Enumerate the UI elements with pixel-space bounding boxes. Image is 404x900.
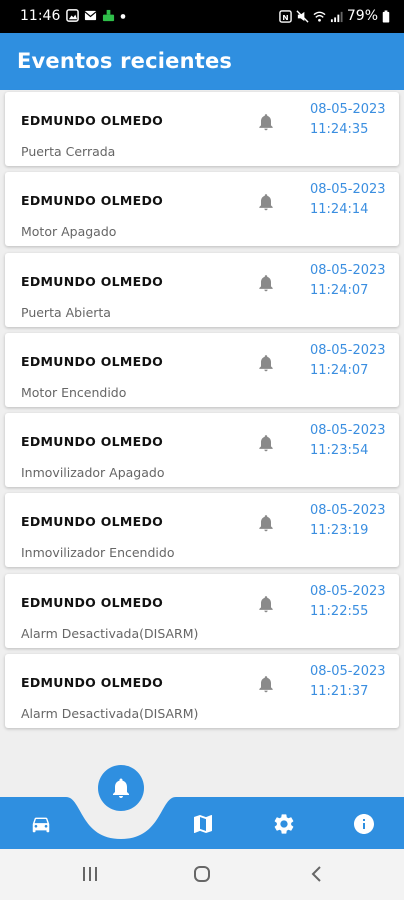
svg-text:N: N [282,12,288,21]
event-name: EDMUNDO OLMEDO [21,675,164,691]
notification-icons [66,9,126,22]
event-description: Inmovilizador Encendido [21,545,175,561]
nav-vehicle-button[interactable] [28,811,54,837]
mute-icon [296,9,309,23]
gear-icon [274,814,294,834]
recent-apps-icon[interactable] [81,865,99,883]
event-description: Alarm Desactivada(DISARM) [21,625,199,641]
event-description: Motor Encendido [21,384,127,400]
wifi-icon [313,11,326,22]
event-card[interactable]: EDMUNDO OLMEDO Alarm Desactivada(DISARM)… [5,573,399,648]
event-card[interactable]: EDMUNDO OLMEDO Inmovilizador Apagado 08-… [5,413,399,488]
bell-icon [259,515,273,532]
event-datetime: 08-05-2023 11:21:37 [310,664,386,700]
battery-icon [382,9,390,23]
dot-icon [120,14,126,19]
nav-settings-button[interactable] [271,811,297,837]
event-datetime: 08-05-2023 11:23:19 [310,503,386,539]
event-datetime: 08-05-2023 11:22:55 [310,583,386,619]
event-card[interactable]: EDMUNDO OLMEDO Puerta Cerrada 08-05-2023… [5,92,399,166]
bell-icon [259,676,273,693]
event-name: EDMUNDO OLMEDO [21,113,164,128]
bell-icon [259,435,273,452]
battery-percent: 79% [346,8,378,24]
map-icon [194,815,212,833]
bottom-navigation [0,765,404,849]
mail-icon [84,10,97,21]
event-name: EDMUNDO OLMEDO [21,193,164,209]
event-datetime: 08-05-2023 11:23:54 [310,423,386,459]
app-icon [102,9,115,22]
event-name: EDMUNDO OLMEDO [21,594,164,610]
event-card[interactable]: EDMUNDO OLMEDO Alarm Desactivada(DISARM)… [5,654,399,729]
bell-icon [259,354,273,372]
bell-icon [259,194,273,211]
event-datetime: 08-05-2023 11:24:07 [310,262,386,298]
event-card[interactable]: EDMUNDO OLMEDO Motor Apagado 08-05-2023 … [5,172,399,247]
event-card[interactable]: EDMUNDO OLMEDO Puerta Abierta 08-05-2023… [5,252,399,327]
event-datetime: 08-05-2023 11:24:14 [310,182,386,218]
event-card[interactable]: EDMUNDO OLMEDO Motor Encendido 08-05-202… [5,332,399,407]
bell-icon [113,778,129,798]
system-navigation-bar [0,849,404,900]
info-icon [354,814,374,834]
nav-map-button[interactable] [190,811,216,837]
nfc-icon: N [279,9,292,23]
car-icon [32,817,50,833]
system-icons: N 79% [279,8,390,24]
signal-icon [330,11,343,22]
status-bar: 11:46 N 79% [0,0,404,33]
app-bar: Eventos recientes [0,33,404,90]
bell-icon [259,595,273,613]
event-card[interactable]: EDMUNDO OLMEDO Inmovilizador Encendido 0… [5,493,399,568]
status-time: 11:46 [20,8,61,24]
back-icon[interactable] [308,865,326,883]
event-description: Inmovilizador Apagado [21,465,165,481]
event-description: Puerta Abierta [21,304,111,320]
bell-icon [259,274,273,291]
event-description: Motor Apagado [21,224,117,240]
event-name: EDMUNDO OLMEDO [21,514,164,530]
event-description: Puerta Cerrada [21,144,116,159]
event-datetime: 08-05-2023 11:24:07 [310,342,386,378]
event-description: Alarm Desactivada(DISARM) [21,706,199,722]
page-title: Eventos recientes [17,49,233,73]
event-name: EDMUNDO OLMEDO [21,273,164,289]
nav-info-button[interactable] [351,811,377,837]
event-name: EDMUNDO OLMEDO [21,434,164,450]
nav-events-button[interactable] [98,765,144,811]
event-datetime: 08-05-2023 11:24:35 [310,102,386,137]
event-list: EDMUNDO OLMEDO Puerta Cerrada 08-05-2023… [5,92,399,734]
home-icon[interactable] [193,865,211,883]
gallery-icon [66,9,79,22]
bell-icon [259,114,273,131]
event-name: EDMUNDO OLMEDO [21,353,164,369]
